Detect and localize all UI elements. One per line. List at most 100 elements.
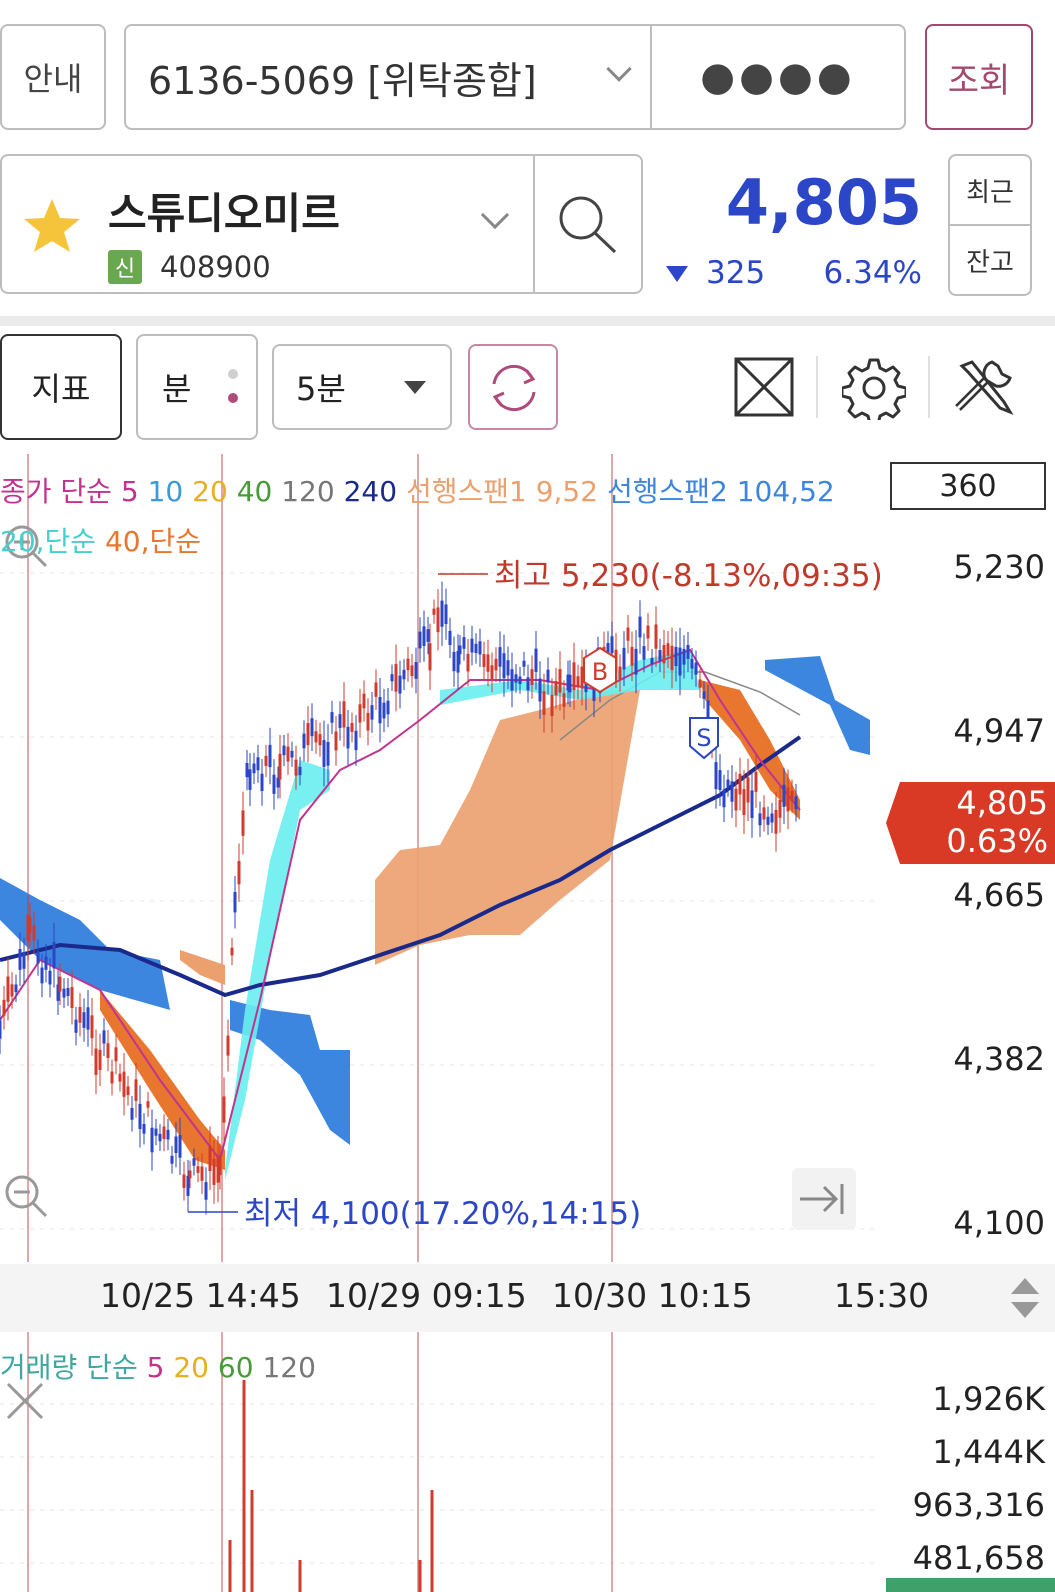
high-label: 최고 5,230(-8.13%,09:35)	[494, 558, 883, 594]
candle-body	[402, 669, 406, 680]
tools-icon[interactable]	[952, 356, 1016, 420]
candle-body	[366, 712, 370, 731]
candle-body	[522, 660, 526, 667]
indicator-button[interactable]: 지표	[0, 334, 122, 440]
candle-body	[410, 665, 414, 677]
candle-body	[354, 730, 358, 751]
candle-body	[786, 787, 790, 812]
password-field[interactable]: ●●●●	[650, 24, 906, 130]
period-input[interactable]: 360	[890, 462, 1046, 510]
legend-ma: 120	[281, 475, 335, 508]
candle-body	[118, 1073, 122, 1082]
candle-body	[634, 648, 638, 675]
candle-body	[502, 653, 506, 679]
account-select[interactable]: 6136-5069 [위탁종합]	[124, 24, 652, 130]
candle-body	[386, 700, 390, 715]
candle-body	[618, 666, 622, 680]
cloud-blue	[0, 878, 170, 1010]
candle-body	[572, 662, 576, 690]
candle-body	[302, 733, 306, 749]
candle-body	[6, 976, 10, 1002]
candle-body	[666, 643, 670, 656]
scroll-arrows-icon[interactable]	[1008, 1276, 1042, 1320]
candle-body	[658, 650, 662, 661]
candle-body	[48, 970, 52, 985]
candle-body	[248, 769, 252, 790]
candle-body	[506, 660, 510, 676]
jump-to-end-icon[interactable]	[792, 1168, 856, 1230]
candle-body	[378, 696, 382, 724]
legend-span2: 선행스팬2 104,52	[606, 475, 835, 508]
candle-body	[440, 600, 444, 627]
volume-legend-ma: 120	[262, 1351, 316, 1384]
candle-body	[428, 643, 432, 671]
candle-body	[130, 1107, 134, 1120]
candle-body	[162, 1126, 166, 1140]
candle-body	[182, 1174, 186, 1188]
minute-label: 분	[162, 370, 192, 408]
x-axis-label: 10/25 14:45	[100, 1276, 301, 1315]
candle-body	[514, 674, 518, 683]
dropdown-arrow-icon	[404, 381, 426, 394]
legend-ma: 40	[236, 475, 273, 508]
candle-body	[298, 766, 302, 776]
volume-legend-ma: 60	[217, 1351, 254, 1384]
candle-body	[36, 951, 40, 964]
candle-body	[550, 694, 554, 717]
candle-body	[334, 731, 338, 751]
volume-legend-prefix: 거래량 단순	[0, 1351, 138, 1384]
candle-body	[192, 1158, 196, 1166]
candle-body	[794, 796, 798, 810]
candle-body	[290, 750, 294, 758]
star-icon[interactable]	[22, 196, 82, 256]
gear-icon[interactable]	[842, 356, 906, 420]
candle-body	[538, 678, 542, 702]
candle-body	[626, 627, 630, 641]
candle-body	[326, 742, 330, 766]
candle-body	[490, 665, 494, 680]
candle-body	[66, 988, 70, 997]
stock-name: 스튜디오미르	[108, 189, 340, 238]
candle-body	[90, 1015, 94, 1039]
balance-button[interactable]: 잔고	[948, 224, 1032, 296]
minute-button[interactable]: 분	[136, 334, 258, 440]
candle-body	[370, 705, 374, 720]
price-tick: 4,382	[953, 1040, 1045, 1078]
candle-body	[394, 664, 398, 692]
candle-body	[444, 604, 448, 624]
low-label: 최저 4,100(17.20%,14:15)	[244, 1196, 641, 1232]
candle-body	[646, 625, 650, 639]
expand-icon[interactable]	[733, 356, 795, 418]
candle-body	[322, 740, 326, 767]
candle-body	[134, 1079, 138, 1101]
candle-body	[530, 669, 534, 685]
candle-body	[154, 1128, 158, 1136]
candle-body	[2, 999, 6, 1016]
candle-body	[518, 676, 522, 685]
candle-body	[436, 607, 440, 633]
candle-body	[526, 677, 530, 691]
chart-legend-bands: 20,단순 40,단순	[0, 520, 201, 560]
candle-body	[237, 861, 241, 885]
close-panel-icon[interactable]	[6, 1382, 44, 1420]
candle-body	[390, 674, 394, 682]
candle-body	[494, 658, 498, 671]
candle-body	[158, 1133, 162, 1142]
stock-code: 408900	[160, 250, 271, 284]
guide-button[interactable]: 안내	[0, 24, 106, 130]
candle-body	[746, 777, 750, 803]
candle-body	[482, 654, 486, 667]
recent-button[interactable]: 최근	[948, 154, 1032, 226]
candle-body	[264, 755, 268, 766]
candle-body	[0, 1020, 2, 1039]
x-axis-label: 10/30 10:15	[552, 1276, 753, 1315]
candle-body	[58, 976, 62, 992]
candle-body	[398, 675, 402, 694]
candle-body	[122, 1071, 126, 1097]
query-button[interactable]: 조회	[925, 24, 1033, 130]
recent-label: 최근	[966, 177, 1014, 208]
candle-body	[350, 722, 354, 732]
candle-body	[346, 726, 350, 749]
candle-body	[546, 669, 550, 683]
zoom-out-icon[interactable]	[5, 1175, 48, 1218]
